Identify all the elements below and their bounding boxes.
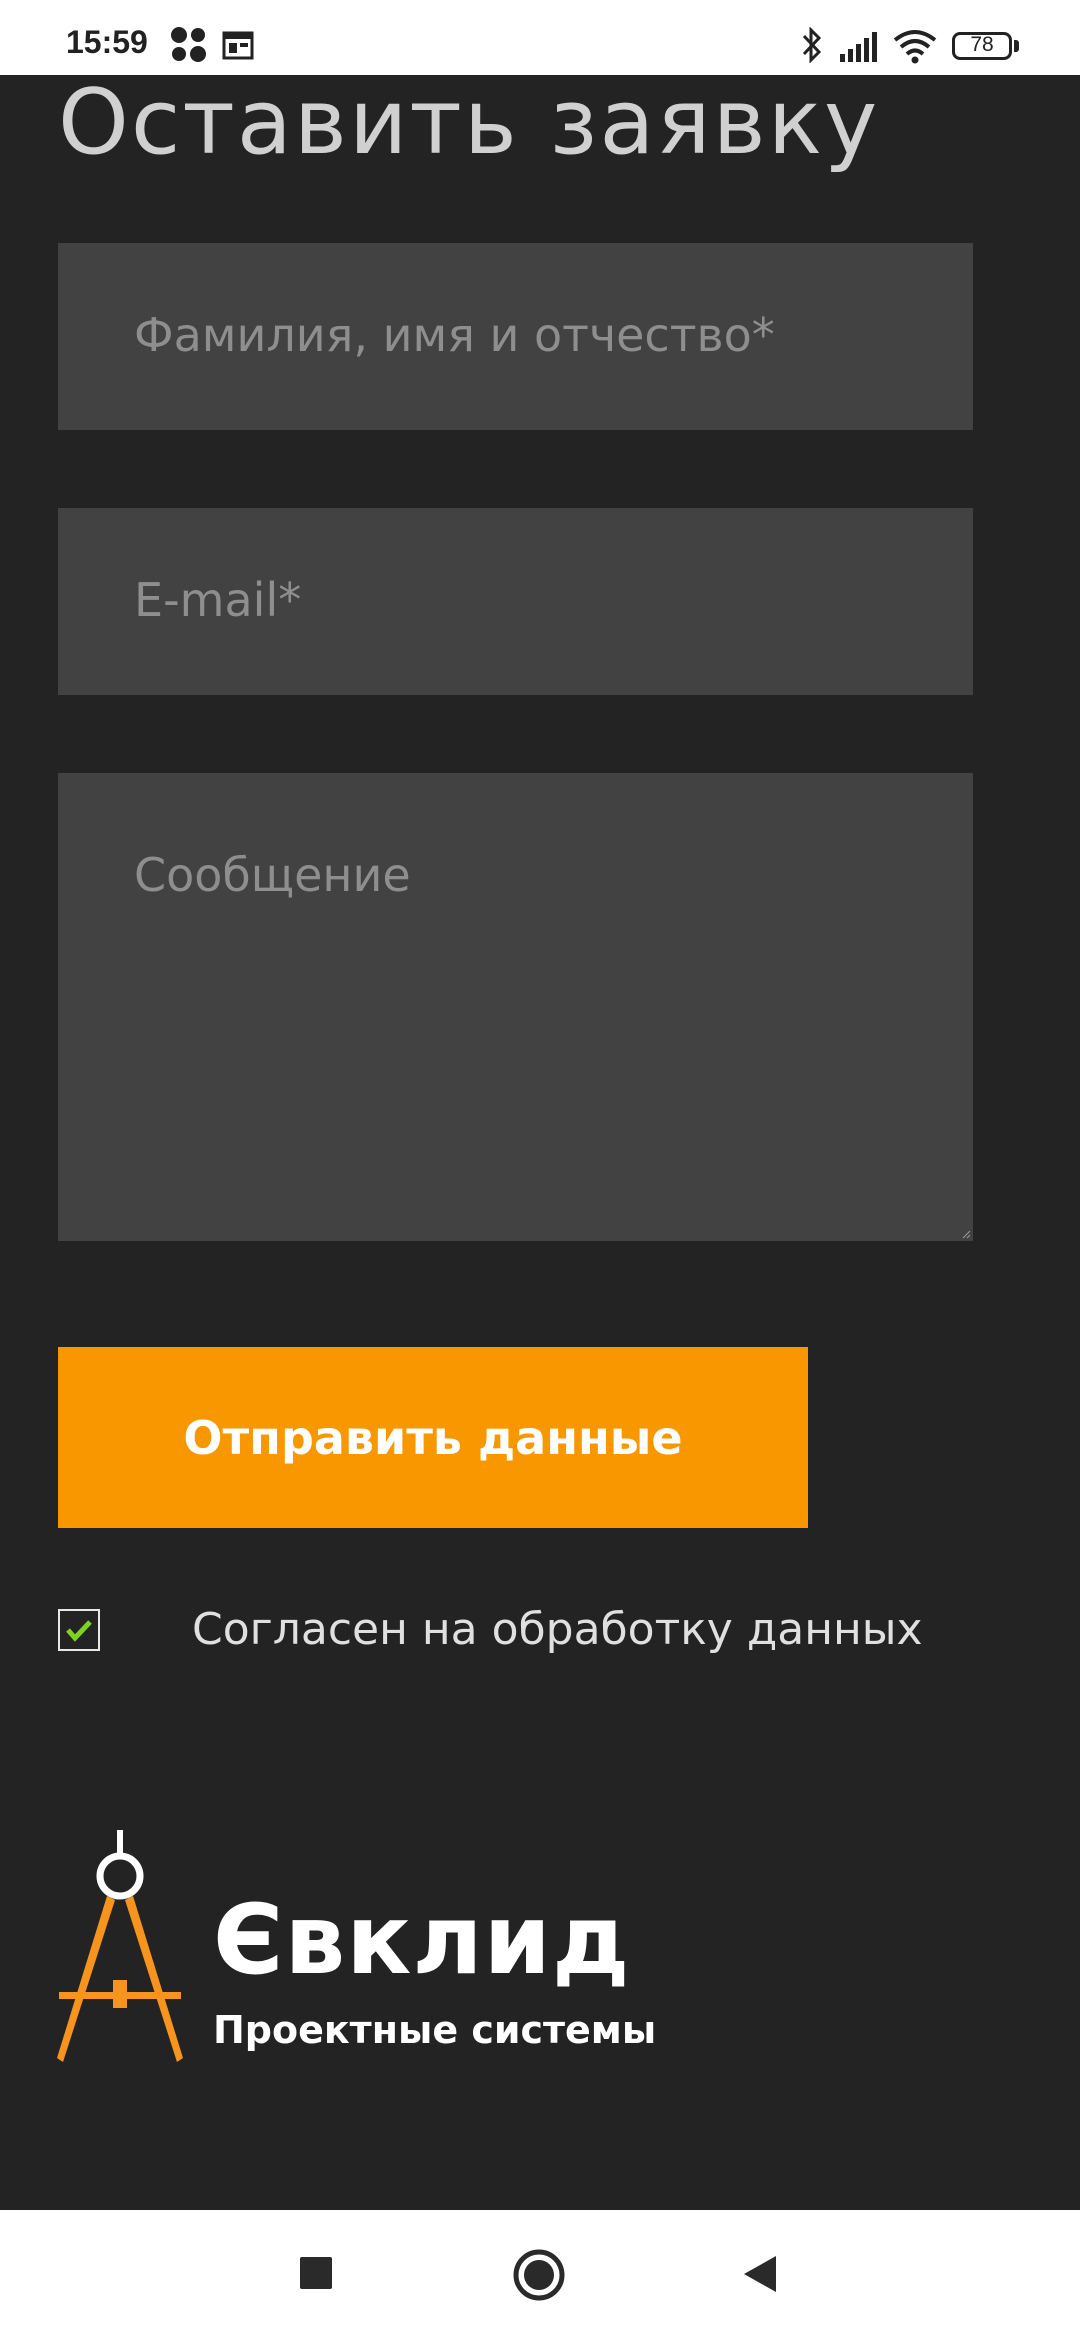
back-button[interactable] <box>740 2254 778 2294</box>
checkmark-icon <box>66 1620 92 1642</box>
email-field[interactable]: E-mail* <box>58 508 973 695</box>
message-field[interactable]: Сообщение <box>58 773 973 1241</box>
status-bar: 15:59 78 <box>0 0 1080 75</box>
home-button[interactable] <box>512 2248 566 2302</box>
bluetooth-icon <box>802 27 822 63</box>
battery-level: 78 <box>970 33 994 56</box>
calendar-icon <box>222 31 254 60</box>
status-time: 15:59 <box>66 24 148 60</box>
navigation-bar <box>0 2210 1080 2340</box>
logo-subtitle: Проектные системы <box>213 2008 657 2052</box>
consent-checkbox[interactable] <box>58 1609 100 1651</box>
email-placeholder: E-mail* <box>134 573 302 627</box>
company-logo[interactable]: Євклид Проектные системы <box>55 1830 775 2070</box>
battery-icon: 78 <box>952 32 1012 60</box>
page-content: Оставить заявку Фамилия, имя и отчество*… <box>0 75 1080 2210</box>
name-field[interactable]: Фамилия, имя и отчество* <box>58 243 973 430</box>
signal-icon <box>840 32 877 62</box>
wifi-icon <box>893 30 937 64</box>
resize-grip-icon[interactable] <box>961 1229 971 1239</box>
page-title: Оставить заявку <box>58 70 880 175</box>
recents-button[interactable] <box>300 2257 332 2289</box>
dots-app-icon <box>171 27 206 62</box>
logo-name: Євклид <box>213 1884 631 1996</box>
consent-label: Согласен на обработку данных <box>192 1604 923 1655</box>
message-placeholder: Сообщение <box>134 848 411 902</box>
battery-tip <box>1014 40 1019 52</box>
consent-row[interactable]: Согласен на обработку данных <box>58 1599 1038 1669</box>
submit-button[interactable]: Отправить данные <box>58 1347 808 1528</box>
compass-icon <box>57 1830 183 2062</box>
name-placeholder: Фамилия, имя и отчество* <box>134 308 775 362</box>
